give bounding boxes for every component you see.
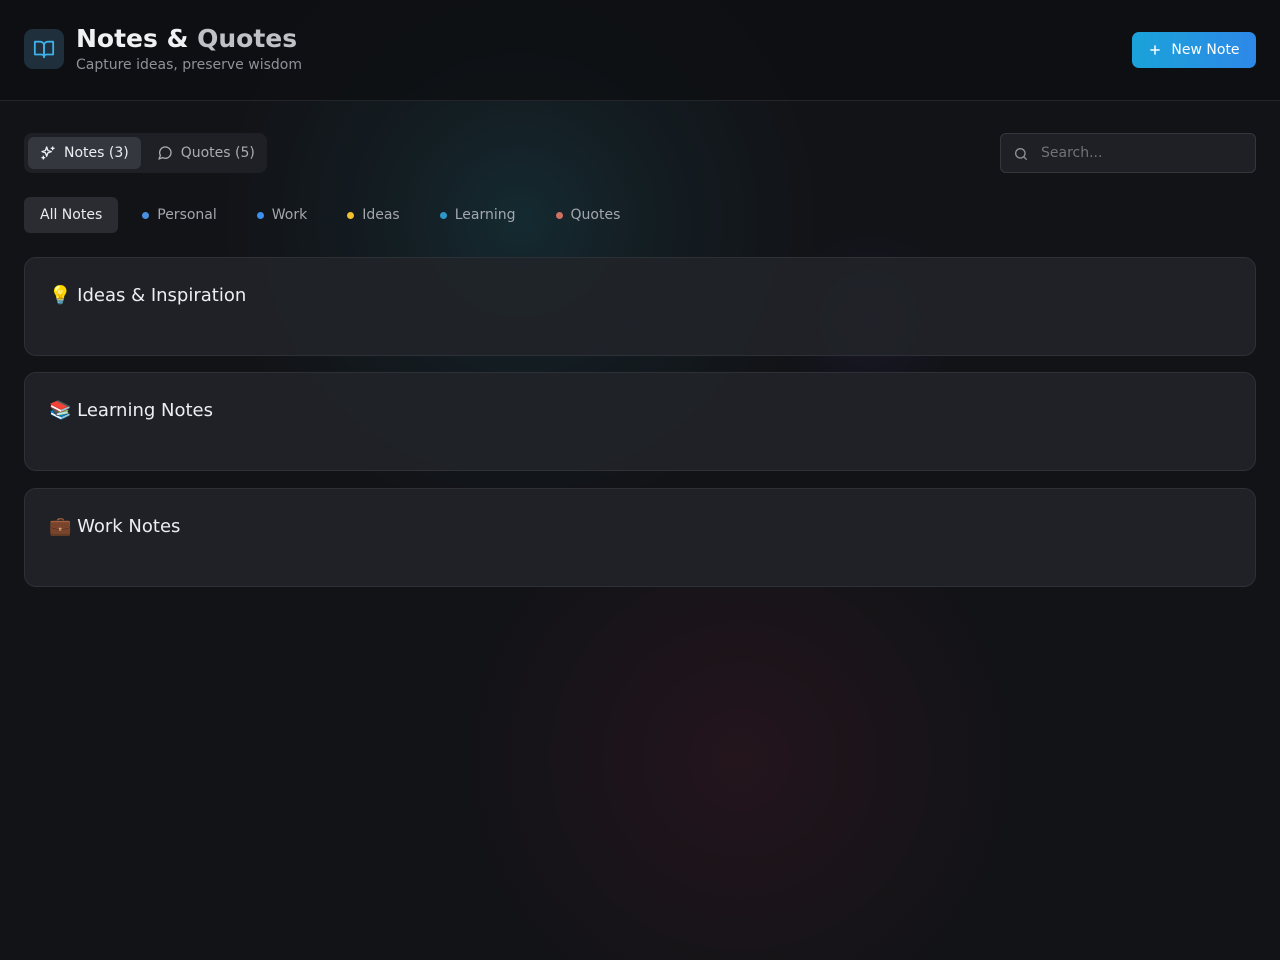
- filter-work[interactable]: Work: [241, 197, 323, 233]
- new-note-label: New Note: [1171, 42, 1240, 58]
- sparkles-icon: [41, 146, 55, 160]
- plus-icon: [1150, 45, 1161, 55]
- section-title: 💡 Ideas & Inspiration: [49, 285, 247, 306]
- filter-label: Learning: [454, 207, 516, 223]
- filter-label: Personal: [157, 207, 217, 223]
- search-box: [1000, 133, 1256, 173]
- filter-all-notes[interactable]: All Notes: [24, 197, 119, 233]
- filter-label: All Notes: [40, 207, 103, 223]
- app-subtitle: Capture ideas, preserve wisdom: [76, 57, 302, 73]
- section-ideas-inspiration[interactable]: 💡 Ideas & Inspiration: [24, 257, 1256, 356]
- tab-notes[interactable]: Notes (3): [28, 137, 141, 169]
- category-dot: [347, 211, 355, 219]
- filter-personal[interactable]: Personal: [126, 197, 233, 233]
- filter-label: Quotes: [570, 207, 621, 223]
- message-circle-icon: [158, 146, 172, 160]
- filter-label: Ideas: [362, 207, 400, 223]
- category-dot: [256, 211, 264, 219]
- filter-learning[interactable]: Learning: [424, 197, 532, 233]
- app-header: Notes & Quotes Capture ideas, preserve w…: [0, 0, 1280, 101]
- category-dot: [439, 211, 447, 219]
- tab-quotes[interactable]: Quotes (5): [145, 137, 267, 169]
- tab-notes-label: Notes (3): [64, 145, 129, 161]
- category-dot: [555, 211, 563, 219]
- search-input[interactable]: [1041, 134, 1247, 172]
- view-tabs: Notes (3) Quotes (5): [24, 133, 267, 173]
- section-work-notes[interactable]: 💼 Work Notes: [24, 488, 1256, 587]
- app-title-main: Notes &: [76, 24, 198, 53]
- filter-ideas[interactable]: Ideas: [331, 197, 416, 233]
- search-icon: [1015, 148, 1027, 160]
- tab-quotes-label: Quotes (5): [180, 145, 255, 161]
- app-title: Notes & Quotes: [76, 24, 297, 53]
- filter-label: Work: [271, 207, 308, 223]
- section-learning-notes[interactable]: 📚 Learning Notes: [24, 372, 1256, 471]
- section-title: 💼 Work Notes: [49, 516, 181, 537]
- new-note-button[interactable]: New Note: [1132, 32, 1256, 68]
- category-filters: All Notes Personal Work Ideas Learning Q…: [24, 197, 636, 233]
- category-dot: [142, 211, 150, 219]
- app-title-accent: Quotes: [197, 24, 298, 53]
- book-open-icon: [24, 29, 64, 69]
- filter-quotes[interactable]: Quotes: [540, 197, 637, 233]
- section-title: 📚 Learning Notes: [49, 400, 213, 421]
